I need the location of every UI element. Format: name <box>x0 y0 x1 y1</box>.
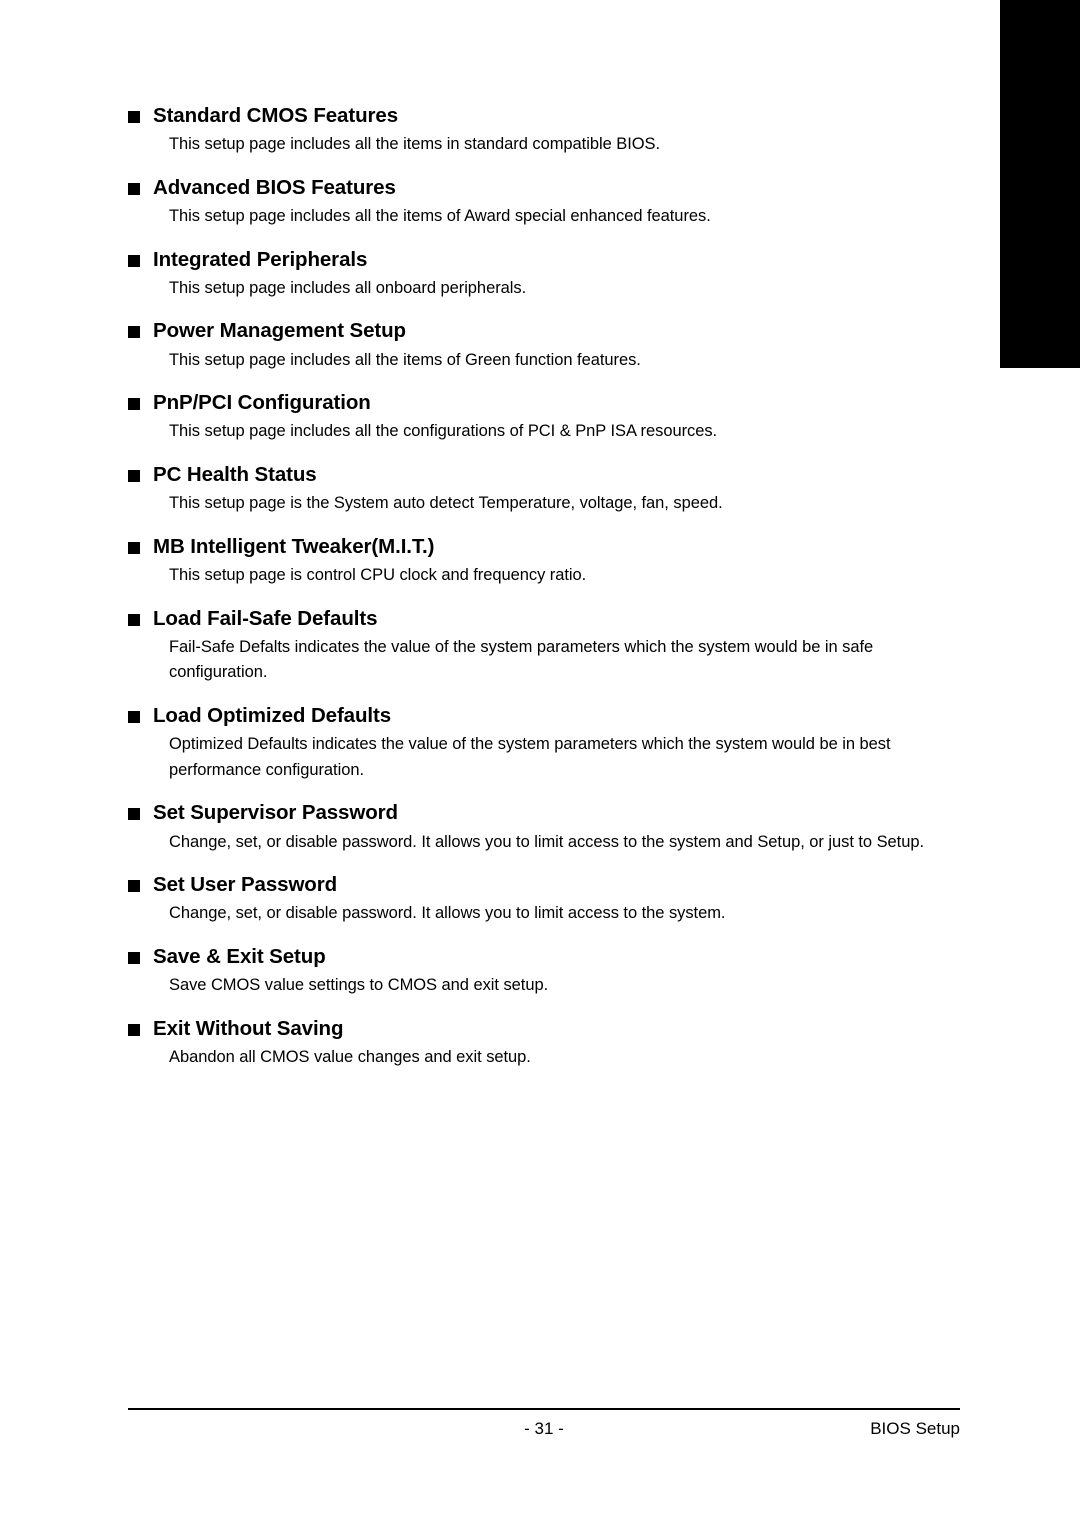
footer-section-label: BIOS Setup <box>870 1419 960 1438</box>
bios-menu-entry-title: PC Health Status <box>153 462 317 486</box>
bios-menu-entry: Exit Without Saving Abandon all CMOS val… <box>128 1016 958 1071</box>
bios-menu-entry: Integrated Peripherals This setup page i… <box>128 247 958 302</box>
square-bullet-icon <box>128 710 140 723</box>
bios-menu-entry: Advanced BIOS Features This setup page i… <box>128 175 958 230</box>
bios-menu-entry-header: Load Optimized Defaults <box>128 703 958 729</box>
bios-menu-entry-title: Exit Without Saving <box>153 1016 344 1040</box>
square-bullet-icon <box>128 880 140 893</box>
square-bullet-icon <box>128 1023 140 1036</box>
bios-menu-entry-description: Fail-Safe Defalts indicates the value of… <box>169 637 874 682</box>
bios-menu-entry-header: MB Intelligent Tweaker(M.I.T.) <box>128 534 958 560</box>
bios-menu-entry-header: Standard CMOS Features <box>128 103 958 129</box>
bios-menu-entry-title: MB Intelligent Tweaker(M.I.T.) <box>153 534 435 558</box>
bios-menu-entry-header: Integrated Peripherals <box>128 247 958 273</box>
bios-menu-entry-title: Advanced BIOS Features <box>153 175 396 199</box>
square-bullet-icon <box>128 469 140 482</box>
bios-menu-entry-description: This setup page includes all the items o… <box>169 350 641 369</box>
bios-menu-entry-header: PC Health Status <box>128 462 958 488</box>
page-number: - 31 - <box>524 1419 564 1438</box>
bios-menu-item-list: Standard CMOS Features This setup page i… <box>128 103 958 1087</box>
square-bullet-icon <box>128 398 140 411</box>
bios-menu-entry: Set User Password Change, set, or disabl… <box>128 872 958 927</box>
bios-menu-entry-description: This setup page includes all the items i… <box>169 135 660 154</box>
bios-menu-entry-title: Save & Exit Setup <box>153 944 326 968</box>
bios-menu-entry-description: Save CMOS value settings to CMOS and exi… <box>169 976 549 995</box>
bios-menu-entry-header: Power Management Setup <box>128 318 958 344</box>
footer-row: - 31 - BIOS Setup <box>128 1419 960 1449</box>
bios-menu-entry-description: This setup page includes all the items o… <box>169 207 711 226</box>
bios-menu-entry: PnP/PCI Configuration This setup page in… <box>128 390 958 445</box>
bios-menu-entry-description: This setup page is control CPU clock and… <box>169 566 587 585</box>
document-page: English Standard CMOS Features This setu… <box>0 0 1080 1532</box>
bios-menu-entry-title: Standard CMOS Features <box>153 104 398 127</box>
square-bullet-icon <box>128 613 140 626</box>
bios-menu-entry: Set Supervisor Password Change, set, or … <box>128 800 958 855</box>
bios-menu-entry-title: Set Supervisor Password <box>153 801 398 825</box>
bios-menu-entry-header: Save & Exit Setup <box>128 944 958 970</box>
bios-menu-entry: MB Intelligent Tweaker(M.I.T.) This setu… <box>128 534 958 589</box>
bios-menu-entry-description: This setup page includes all onboard per… <box>169 278 527 297</box>
bios-menu-entry: Save & Exit Setup Save CMOS value settin… <box>128 944 958 999</box>
square-bullet-icon <box>128 808 140 821</box>
bios-menu-entry-title: Set User Password <box>153 873 338 897</box>
bios-menu-entry-description: Change, set, or disable password. It all… <box>169 904 726 923</box>
square-bullet-icon <box>128 951 140 964</box>
bios-menu-entry-description: This setup page is the System auto detec… <box>169 494 723 513</box>
bios-menu-entry: Load Fail-Safe Defaults Fail-Safe Defalt… <box>128 606 958 686</box>
bios-menu-entry-header: Set Supervisor Password <box>128 800 958 826</box>
bios-menu-entry-description: This setup page includes all the configu… <box>169 422 718 441</box>
bios-menu-entry-header: Advanced BIOS Features <box>128 175 958 201</box>
bios-menu-entry-header: PnP/PCI Configuration <box>128 390 958 416</box>
bios-menu-entry: PC Health Status This setup page is the … <box>128 462 958 517</box>
bios-menu-entry-description: Optimized Defaults indicates the value o… <box>169 735 891 779</box>
bios-menu-entry-title: PnP/PCI Configuration <box>153 391 371 415</box>
bios-menu-entry-description: Change, set, or disable password. It all… <box>169 832 924 851</box>
page-footer: - 31 - BIOS Setup <box>128 1408 960 1449</box>
square-bullet-icon <box>128 254 140 267</box>
bios-menu-entry-title: Integrated Peripherals <box>153 247 368 271</box>
square-bullet-icon <box>128 541 140 554</box>
square-bullet-icon <box>128 326 140 339</box>
bios-menu-entry-title: Load Optimized Defaults <box>153 703 392 727</box>
bios-menu-entry: Power Management Setup This setup page i… <box>128 318 958 373</box>
square-bullet-icon <box>128 111 140 123</box>
bios-menu-entry-header: Load Fail-Safe Defaults <box>128 606 958 632</box>
bios-menu-entry-header: Exit Without Saving <box>128 1016 958 1042</box>
bios-menu-entry-title: Power Management Setup <box>153 319 406 343</box>
bios-menu-entry-header: Set User Password <box>128 872 958 898</box>
square-bullet-icon <box>128 182 140 195</box>
footer-divider <box>128 1408 960 1410</box>
bios-menu-entry-title: Load Fail-Safe Defaults <box>153 606 378 630</box>
language-tab: English <box>1000 0 1080 368</box>
bios-menu-entry: Standard CMOS Features This setup page i… <box>128 103 958 158</box>
bios-menu-entry: Load Optimized Defaults Optimized Defaul… <box>128 703 958 783</box>
bios-menu-entry-description: Abandon all CMOS value changes and exit … <box>169 1047 531 1066</box>
